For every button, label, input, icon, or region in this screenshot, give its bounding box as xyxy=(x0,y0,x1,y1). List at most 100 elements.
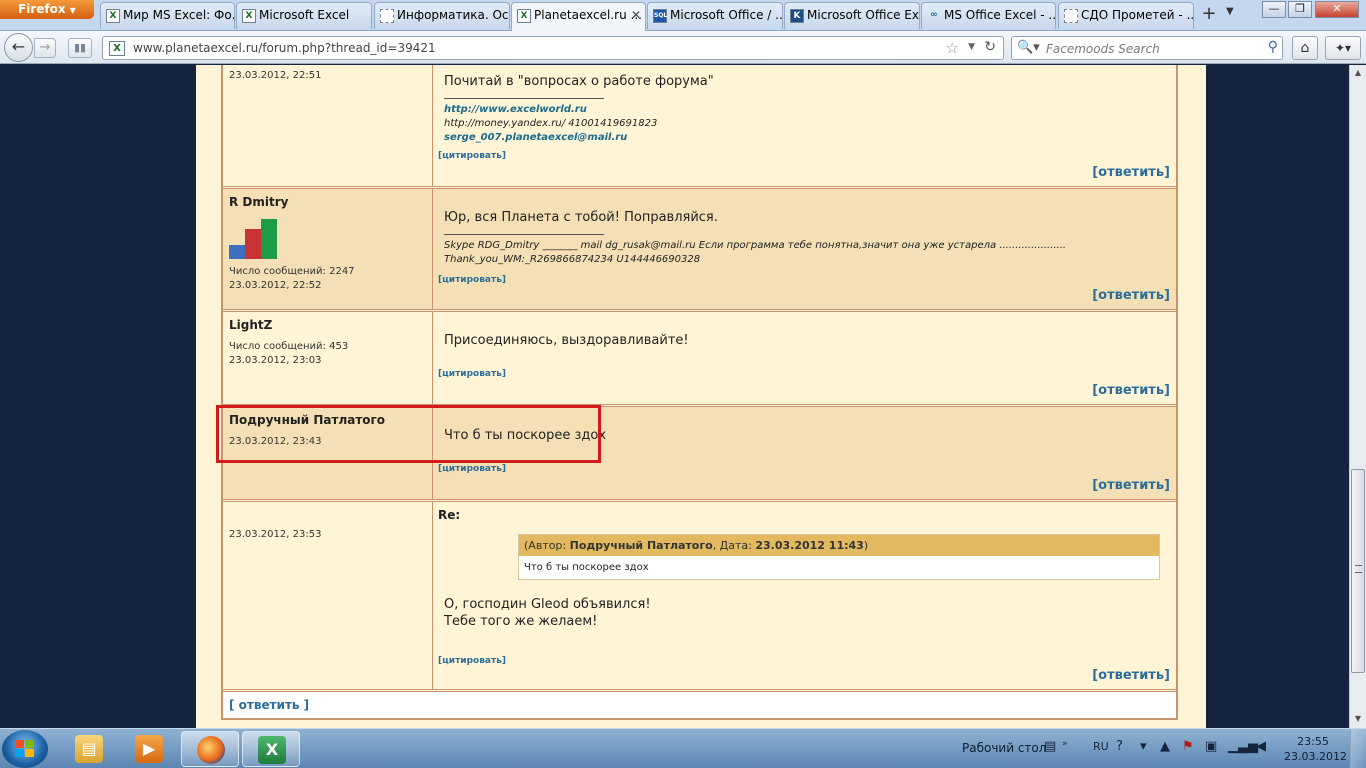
back-button[interactable]: ← xyxy=(4,33,33,62)
post-body-line: Тебе того же желаем! xyxy=(444,614,598,629)
taskbar-excel[interactable]: X xyxy=(242,731,300,767)
firefox-menu-button[interactable]: Firefox ▼ xyxy=(0,0,94,19)
vertical-scrollbar[interactable]: ▲ ▼ xyxy=(1349,65,1366,728)
tab-informatika[interactable]: Информатика. Ос... xyxy=(374,2,510,29)
quote-link[interactable]: [цитировать] xyxy=(438,275,1170,285)
post-message-cell: Re: (Автор: Подручный Патлатого, Дата: 2… xyxy=(433,502,1176,689)
tab-bar: Firefox ▼ X Мир MS Excel: Фо... X Microsoft… xyxy=(0,0,1366,31)
toolbar-chevron-icon[interactable]: » xyxy=(1062,739,1068,749)
signature-line: Skype RDG_Dmitry _______ mail dg_rusak@m… xyxy=(444,240,1067,251)
reply-link[interactable]: [ответить] xyxy=(1092,668,1170,683)
url-bar[interactable]: X www.planetaexcel.ru/forum.php?thread_i… xyxy=(102,36,1004,60)
excel-favicon-icon: X xyxy=(242,9,256,23)
post-date: 23.03.2012, 23:03 xyxy=(229,355,322,366)
scroll-up-icon[interactable]: ▲ xyxy=(1350,65,1366,81)
volume-icon[interactable]: ◀ xyxy=(1256,739,1266,754)
tab-ms-office-excel[interactable]: ∞ MS Office Excel - ... xyxy=(921,2,1056,29)
clock-time: 23:55 xyxy=(1297,735,1329,748)
quote-text: Что б ты поскорее здох xyxy=(524,562,649,573)
taskbar-firefox[interactable] xyxy=(181,731,239,767)
post-author-cell: R Dmitry Число сообщений: 2247 23.03.201… xyxy=(223,189,433,309)
forum-post: LightZ Число сообщений: 453 23.03.2012, … xyxy=(223,312,1176,407)
addon-button[interactable]: ✦▾ xyxy=(1325,36,1361,60)
network-signal-icon[interactable]: ▁▃▅ xyxy=(1228,739,1258,754)
sql-favicon-icon: SQL xyxy=(653,9,667,23)
excel-favicon-icon: X xyxy=(109,41,125,56)
tab-sdo-prometey[interactable]: СДО Прометей - ... xyxy=(1058,2,1194,29)
k-favicon-icon: K xyxy=(790,9,804,23)
restore-button[interactable]: ❐ xyxy=(1288,1,1312,18)
signature-line: http://money.yandex.ru/ 41001419691823 xyxy=(444,118,658,129)
tab-label: Microsoft Excel xyxy=(259,8,350,22)
quote-link[interactable]: [цитировать] xyxy=(438,151,1170,161)
reply-link[interactable]: [ответить] xyxy=(1092,288,1170,303)
tab-mir-ms-excel[interactable]: X Мир MS Excel: Фо... xyxy=(100,2,235,29)
quote-link[interactable]: [цитировать] xyxy=(438,464,1170,474)
taskbar-explorer[interactable]: ▤ xyxy=(60,731,118,767)
signature-link[interactable]: http://www.excelworld.ru xyxy=(438,103,1170,117)
desktop-toolbar-label[interactable]: Рабочий стол xyxy=(962,741,1046,755)
scroll-thumb[interactable] xyxy=(1351,469,1365,673)
tab-sql-microsoft-office[interactable]: SQL Microsoft Office / ... xyxy=(647,2,783,29)
search-input[interactable]: Facemoods Search xyxy=(1046,42,1160,56)
tab-microsoft-excel[interactable]: X Microsoft Excel xyxy=(236,2,372,29)
tab-label: Microsoft Office / ... xyxy=(670,8,783,22)
reply-link[interactable]: [ответить] xyxy=(1092,383,1170,398)
media-player-icon: ▶ xyxy=(135,735,163,763)
thread-reply-link[interactable]: [ ответить ] xyxy=(223,692,1176,718)
reload-icon[interactable]: ↻ xyxy=(984,39,996,55)
avatar xyxy=(229,219,279,259)
flag-green xyxy=(25,740,34,748)
red-highlight-box xyxy=(216,405,601,463)
scroll-down-icon[interactable]: ▼ xyxy=(1350,711,1366,727)
show-desktop-button[interactable] xyxy=(1350,729,1366,768)
home-button[interactable]: ⌂ xyxy=(1292,36,1318,60)
reply-link[interactable]: [ответить] xyxy=(1092,165,1170,180)
taskbar-media-player[interactable]: ▶ xyxy=(120,731,178,767)
reply-link[interactable]: [ответить] xyxy=(1092,478,1170,493)
blank-page-icon xyxy=(380,9,394,23)
language-indicator[interactable]: RU xyxy=(1093,740,1109,753)
action-center-icon[interactable]: ⚑ xyxy=(1182,739,1194,754)
post-author-name[interactable]: LightZ xyxy=(229,318,426,332)
tab-label: Planetaexcel.ru ... xyxy=(534,8,642,22)
quote-date: 23.03.2012 11:43 xyxy=(755,539,864,552)
taskbar-clock[interactable]: 23:55 23.03.2012 xyxy=(1284,734,1347,764)
tab-label: Мир MS Excel: Фо... xyxy=(123,8,235,22)
post-message-cell: Присоединяюсь, выздоравливайте! [цитиров… xyxy=(433,312,1176,404)
bookmark-star-icon[interactable]: ☆ xyxy=(946,39,959,57)
folder-icon: ▤ xyxy=(75,735,103,763)
tab-planetaexcel[interactable]: X Planetaexcel.ru ... ✕ xyxy=(511,2,646,31)
quote-link[interactable]: [цитировать] xyxy=(438,369,1170,379)
url-text[interactable]: www.planetaexcel.ru/forum.php?thread_id=… xyxy=(133,41,436,55)
forward-button[interactable]: → xyxy=(34,38,56,58)
post-subject: Re: xyxy=(438,508,461,522)
excel-favicon-icon: X xyxy=(106,9,120,23)
search-engine-icon[interactable]: 🔍▾ xyxy=(1017,40,1040,55)
search-bar[interactable]: 🔍▾ Facemoods Search ⚲ xyxy=(1011,36,1283,60)
page-viewport: 23.03.2012, 22:51 Почитай в "вопросах о … xyxy=(0,65,1349,728)
post-author-name[interactable]: R Dmitry xyxy=(229,195,426,209)
signature-email[interactable]: serge_007.planetaexcel@mail.ru xyxy=(438,131,1170,145)
search-go-icon[interactable]: ⚲ xyxy=(1268,39,1278,55)
history-dropdown-icon[interactable]: ▼ xyxy=(968,42,975,52)
device-icon[interactable]: ▣ xyxy=(1205,739,1217,754)
close-window-button[interactable]: ✕ xyxy=(1315,1,1359,18)
stats-icon[interactable]: ▮▮ xyxy=(68,38,92,58)
quote-link[interactable]: [цитировать] xyxy=(438,656,1170,666)
close-tab-icon[interactable]: ✕ xyxy=(631,8,641,22)
list-all-tabs-icon[interactable]: ▼ xyxy=(1226,6,1234,17)
show-hidden-icons[interactable]: ▲ xyxy=(1160,739,1170,754)
start-button[interactable] xyxy=(2,730,48,768)
post-body: Почитай в "вопросах о работе форума" xyxy=(444,74,714,89)
help-icon[interactable]: ? xyxy=(1116,739,1123,754)
dropdown-icon[interactable]: ▾ xyxy=(1140,739,1147,754)
tab-microsoft-office-excel[interactable]: K Microsoft Office Ex... xyxy=(784,2,920,29)
minimize-button[interactable]: — xyxy=(1262,1,1286,18)
post-body-line: О, господин Gleod объявился! xyxy=(444,597,651,612)
forum-container: 23.03.2012, 22:51 Почитай в "вопросах о … xyxy=(196,65,1206,728)
new-tab-button[interactable]: + xyxy=(1198,4,1220,26)
quote-prefix: (Автор: xyxy=(524,539,570,552)
desktop-folder-icon[interactable]: ▤ xyxy=(1044,739,1056,754)
post-author-cell: LightZ Число сообщений: 453 23.03.2012, … xyxy=(223,312,433,404)
